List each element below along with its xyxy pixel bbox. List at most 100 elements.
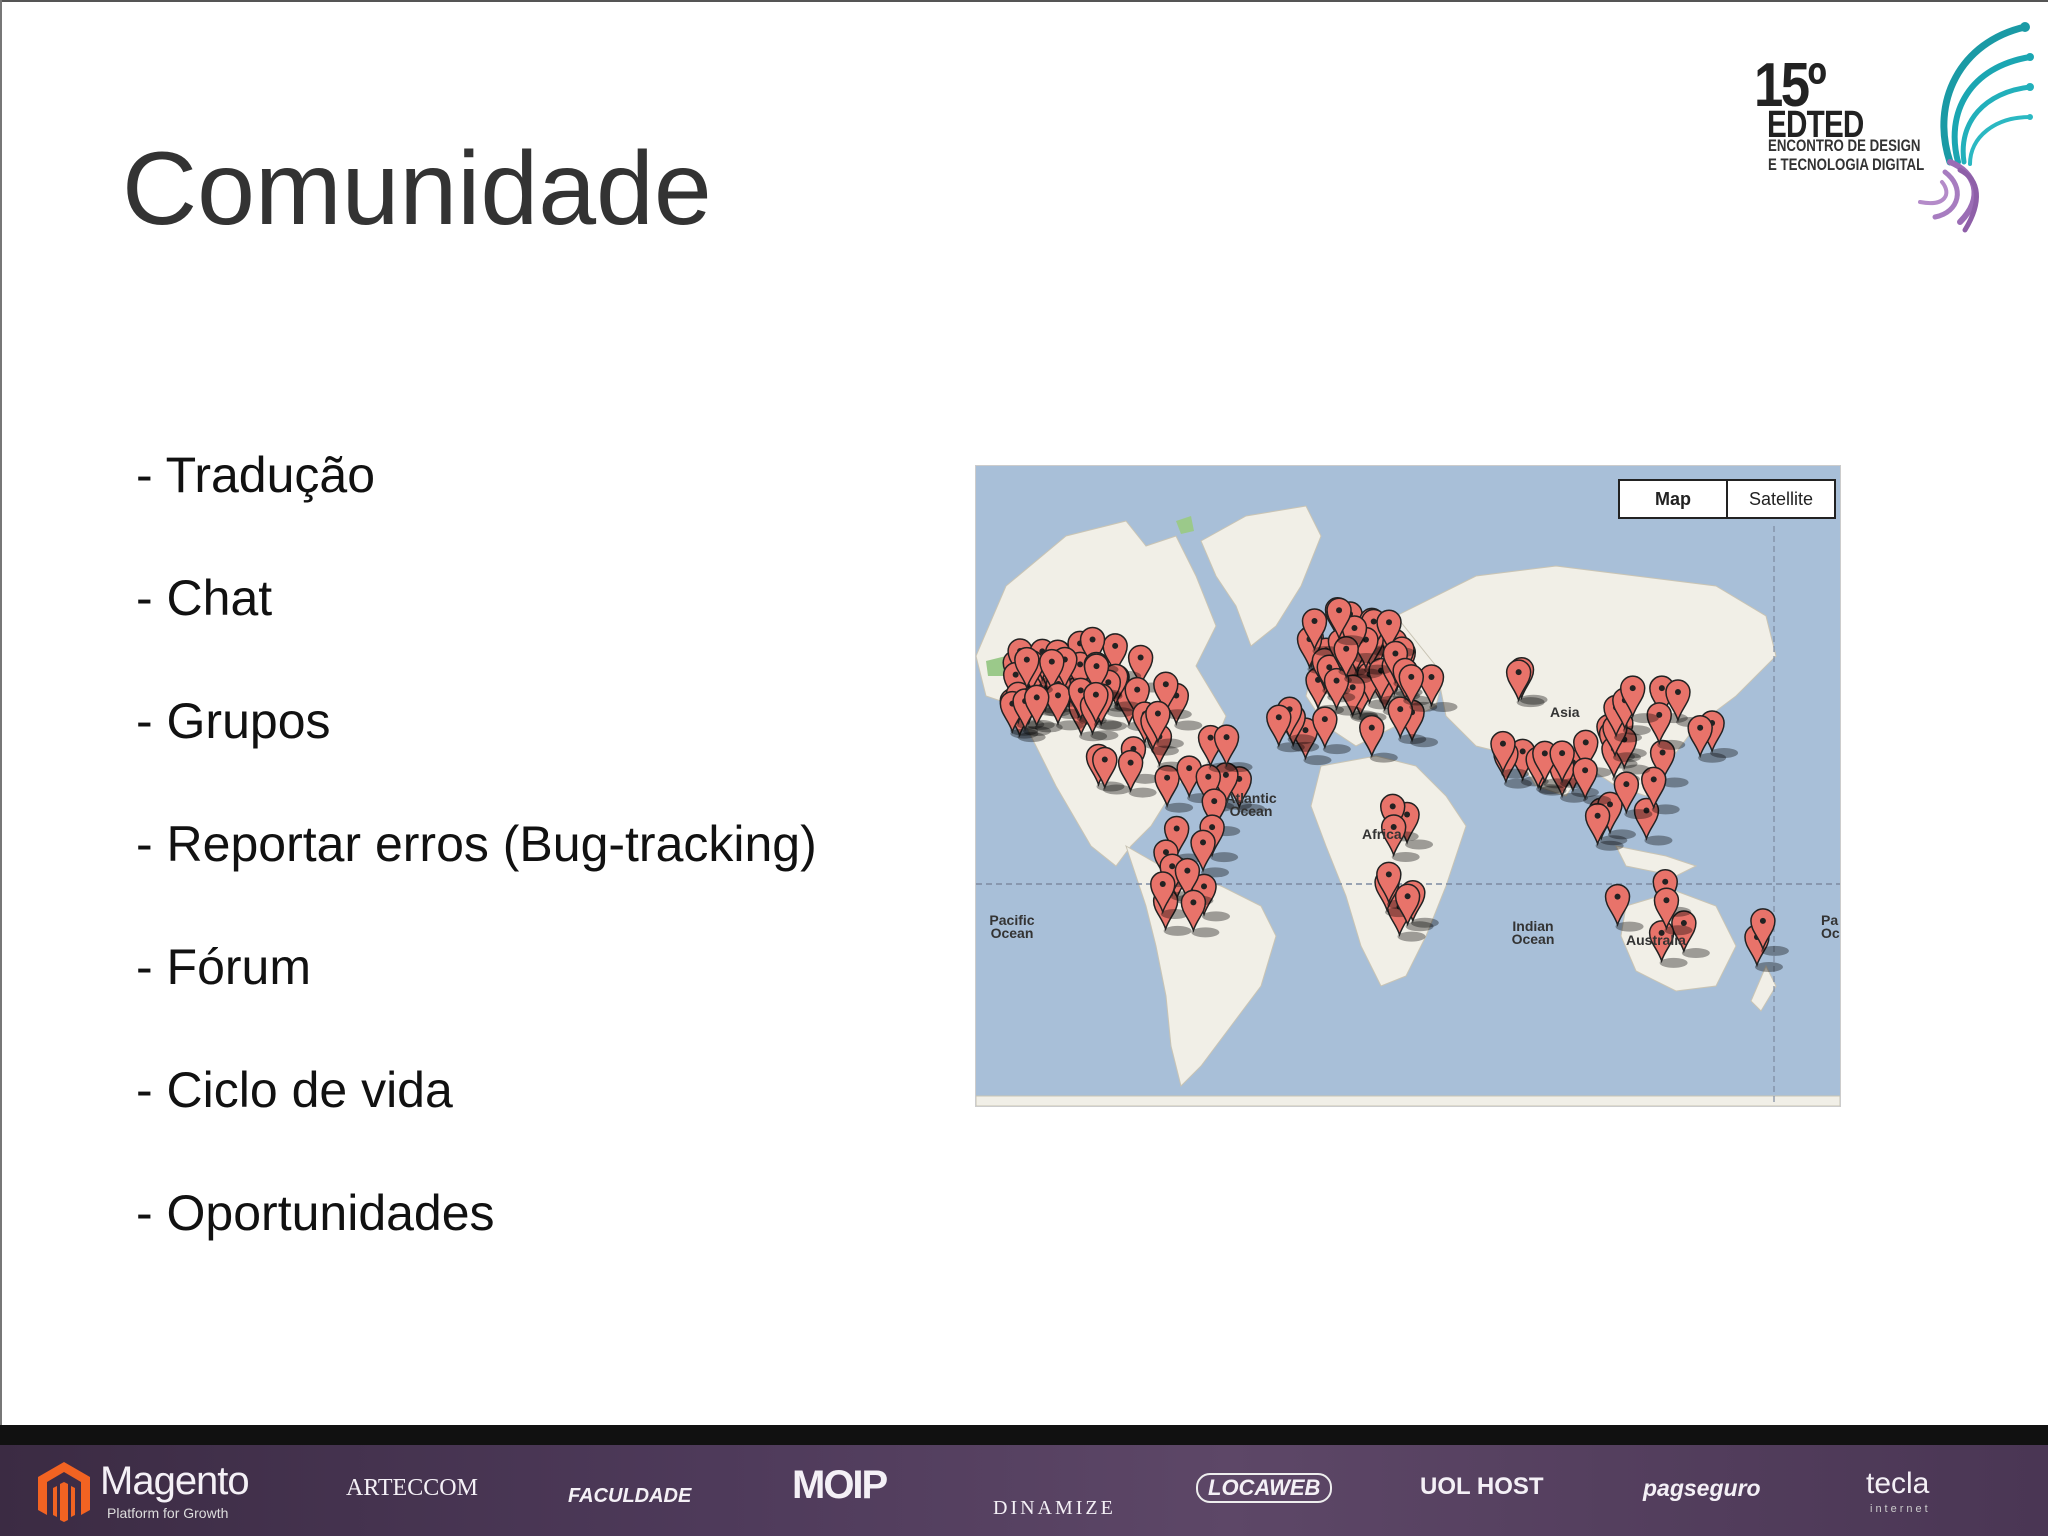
- world-map-graphic: [976, 466, 1840, 1106]
- map-pin-shadow: [1303, 755, 1332, 766]
- map-label: Asia: [1550, 704, 1580, 720]
- map-pin-dot: [1101, 756, 1108, 763]
- map-pin-shadow: [1102, 784, 1131, 795]
- map-pin-dot: [1209, 824, 1216, 831]
- map-pin-dot: [1343, 645, 1350, 652]
- map-pin-shadow: [1337, 635, 1366, 646]
- map-pin-shadow: [1659, 957, 1688, 968]
- map-pin-dot: [1663, 897, 1670, 904]
- map-pin-shadow: [1409, 701, 1438, 712]
- map-pin-shadow: [1583, 795, 1612, 806]
- map-pin-dot: [1048, 658, 1055, 665]
- map-pin-dot: [1370, 618, 1377, 625]
- map-label: Indian Ocean: [1511, 918, 1555, 947]
- map-pin-dot: [1093, 663, 1100, 670]
- sponsor-locaweb: LOCAWEB: [1196, 1473, 1333, 1503]
- map-pin-shadow: [1128, 787, 1157, 798]
- map-pin-dot: [1077, 661, 1084, 668]
- map-pin-shadow: [1644, 835, 1673, 846]
- map-pin-dot: [1089, 636, 1096, 643]
- map-pin-dot: [1190, 899, 1197, 906]
- slide: Comunidade - Tradução - Chat - Grupos - …: [0, 0, 2048, 1536]
- sponsor-arteccom: ARTECCOM: [346, 1475, 478, 1501]
- bullet-item: - Reportar erros (Bug-tracking): [136, 816, 817, 872]
- map-pin-shadow: [1624, 809, 1653, 820]
- map-pin-shadow: [1034, 722, 1063, 733]
- map-pin-dot: [1311, 618, 1318, 625]
- map-pin-shadow: [1651, 804, 1680, 815]
- map-view-button[interactable]: Map: [1620, 481, 1728, 517]
- sponsor-magento: Magento: [100, 1459, 250, 1503]
- map-pin-shadow: [1174, 720, 1203, 731]
- sponsor-dinamize: DINAMIZE: [993, 1497, 1116, 1519]
- map-pin-dot: [1137, 654, 1144, 661]
- map-pin-shadow: [1595, 840, 1624, 851]
- map-pin-dot: [1386, 619, 1393, 626]
- bullet-item: - Oportunidades: [136, 1185, 495, 1241]
- map-pin-dot: [1662, 878, 1669, 885]
- map-pin-dot: [1222, 771, 1229, 778]
- map-pin-shadow: [1202, 911, 1231, 922]
- map-pin-dot: [1134, 686, 1141, 693]
- map-pin-shadow: [1622, 725, 1651, 736]
- map-pin-dot: [1205, 773, 1212, 780]
- map-pin-dot: [1629, 685, 1636, 692]
- map-pin-dot: [1658, 685, 1665, 692]
- map-type-toggle: Map Satellite: [1618, 479, 1836, 519]
- map-pin-shadow: [1405, 921, 1434, 932]
- map-pin-dot: [1207, 734, 1214, 741]
- map-pin-shadow: [1607, 829, 1636, 840]
- map-pin-dot: [1404, 811, 1411, 818]
- map-pin-shadow: [1276, 742, 1305, 753]
- sponsor-tecla-subtitle: internet: [1870, 1503, 1931, 1515]
- map-pin-dot: [1127, 759, 1134, 766]
- map-label: Africa: [1362, 826, 1402, 842]
- map-pin-shadow: [1344, 673, 1373, 684]
- map-pin-dot: [1162, 681, 1169, 688]
- sponsor-tecla: tecla: [1866, 1467, 1930, 1500]
- map-pin-dot: [1012, 671, 1019, 678]
- map-pin-shadow: [1612, 752, 1641, 763]
- map-pin-dot: [1169, 863, 1176, 870]
- map-pin-dot: [1159, 881, 1166, 888]
- map-pin-dot: [1154, 710, 1161, 717]
- map-pin-shadow: [1754, 961, 1783, 972]
- map-pin-dot: [1302, 727, 1309, 734]
- bullet-item: - Tradução: [136, 447, 376, 503]
- sponsor-pagseguro: pagseguro: [1643, 1475, 1761, 1501]
- map-pin-dot: [1659, 749, 1666, 756]
- map-pin-shadow: [1155, 738, 1184, 749]
- map-pin-shadow: [1090, 730, 1119, 741]
- map-pin-dot: [1759, 917, 1766, 924]
- sponsor-magento-tagline: Platform for Growth: [107, 1505, 229, 1521]
- map-pin-dot: [1515, 669, 1522, 676]
- map-pin-shadow: [1397, 931, 1426, 942]
- world-map[interactable]: Asia Atlantic Ocean Africa Pacific Ocean…: [975, 465, 1841, 1107]
- map-pin-shadow: [1503, 778, 1532, 789]
- map-pin-shadow: [1322, 744, 1351, 755]
- map-pin-shadow: [1165, 802, 1194, 813]
- map-pin-dot: [1392, 650, 1399, 657]
- map-pin-dot: [1200, 839, 1207, 846]
- slide-title: Comunidade: [122, 131, 712, 247]
- map-pin-dot: [1408, 673, 1415, 680]
- map-pin-dot: [1614, 893, 1621, 900]
- map-pin-dot: [1223, 734, 1230, 741]
- map-pin-dot: [1650, 776, 1657, 783]
- satellite-view-button[interactable]: Satellite: [1728, 481, 1834, 517]
- sponsor-faculdade: FACULDADE: [568, 1485, 692, 1507]
- map-pin-shadow: [1615, 921, 1644, 932]
- map-pin-dot: [1201, 883, 1208, 890]
- map-pin-dot: [1164, 774, 1171, 781]
- bullet-item: - Ciclo de vida: [136, 1062, 453, 1118]
- map-pin-dot: [1184, 867, 1191, 874]
- map-pin-dot: [1033, 694, 1040, 701]
- map-pin-dot: [1351, 625, 1358, 632]
- map-pin-shadow: [1681, 948, 1710, 959]
- map-pin-shadow: [1516, 697, 1545, 708]
- map-label: Pa Oc: [1821, 912, 1840, 941]
- map-label: Australia: [1626, 932, 1686, 948]
- map-pin-dot: [1623, 781, 1630, 788]
- map-pin-dot: [1092, 691, 1099, 698]
- slide-border-left: [0, 0, 2, 1425]
